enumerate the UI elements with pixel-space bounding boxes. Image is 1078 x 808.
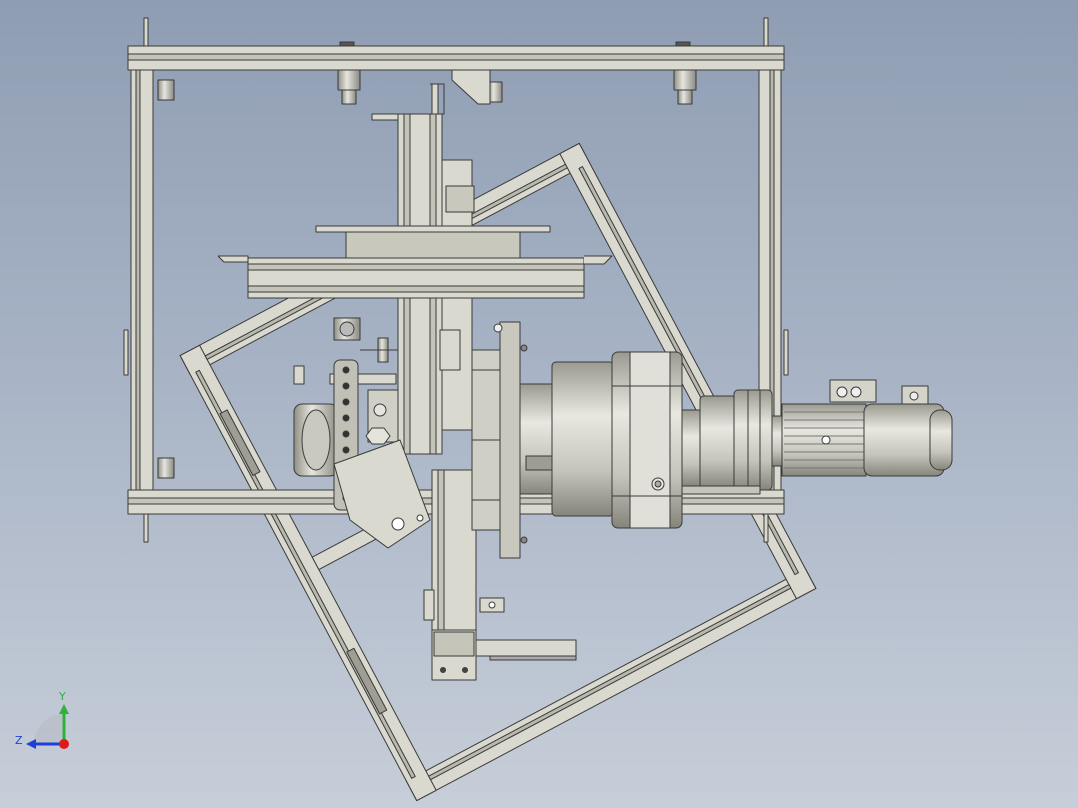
triad-base-icon — [34, 714, 64, 744]
electric-motor[interactable] — [781, 379, 953, 477]
cad-viewport[interactable]: Y Z — [0, 0, 1078, 808]
y-axis-label: Y — [58, 690, 66, 703]
z-axis-arrow-icon — [26, 739, 36, 749]
front-brace[interactable] — [681, 485, 761, 495]
mounting-flange[interactable] — [471, 321, 528, 559]
assembly-model[interactable]: Y Z — [0, 0, 1078, 808]
y-axis-arrow-icon — [59, 704, 69, 714]
cross-beam[interactable] — [217, 225, 613, 299]
z-axis-label: Z — [15, 734, 23, 747]
axis-triad: Y Z — [15, 690, 69, 749]
x-axis-origin-icon — [59, 739, 69, 749]
